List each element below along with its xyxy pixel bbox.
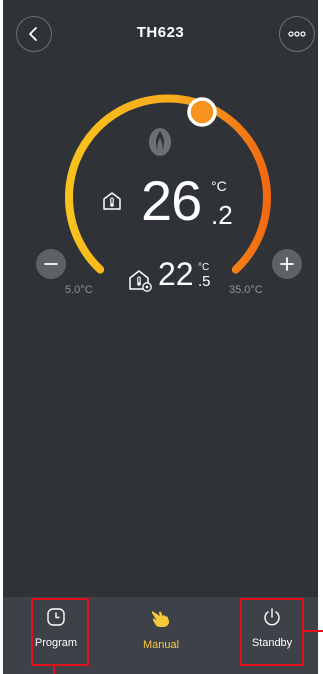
increase-temperature-button[interactable] [272,249,302,279]
set-temperature: 22 [158,256,194,292]
mode-tab-bar: Program Manual Standby [3,597,318,674]
tab-standby-label: Standby [251,637,293,649]
min-temperature-label: 5.0°C [65,284,93,296]
tab-standby[interactable]: Standby [232,597,312,674]
minus-icon [44,263,58,265]
home-thermometer-icon [103,192,121,210]
plus-icon [280,257,294,271]
program-callout-line [53,666,55,674]
dial-knob [187,97,217,127]
hand-pointer-icon [152,611,170,627]
set-temperature-decimal: .5 [198,273,211,290]
set-temperature-unit: °C [198,262,210,273]
current-temperature-decimal: .2 [211,200,233,230]
current-temperature-unit: °C [211,178,227,194]
decrease-temperature-button[interactable] [36,249,66,279]
power-icon [264,608,280,626]
tab-program-label: Program [34,637,78,649]
current-temperature: 26 [141,169,202,232]
tab-program[interactable]: Program [16,597,96,674]
flame-icon [149,128,171,156]
thermostat-screen: TH623 26 °C .2 22 °C .5 5.0°C 35.0°C Pro… [3,0,318,674]
max-temperature-label: 35.0°C [229,284,263,296]
tab-manual[interactable]: Manual [121,597,201,674]
standby-callout-line [304,630,323,632]
tab-manual-label: Manual [142,639,180,651]
clock-icon [47,608,65,626]
home-settings-icon [129,270,152,292]
